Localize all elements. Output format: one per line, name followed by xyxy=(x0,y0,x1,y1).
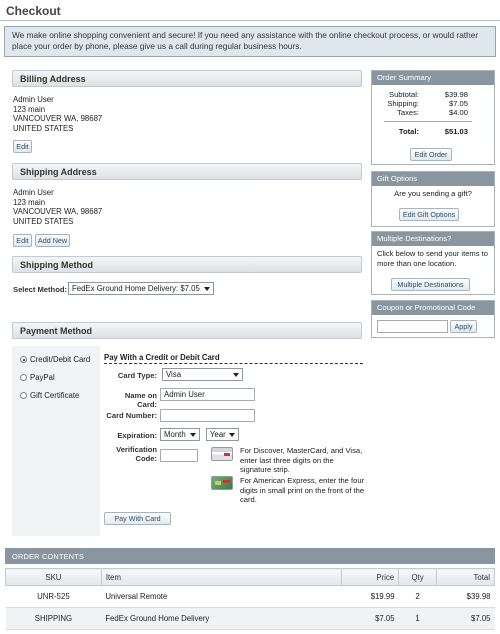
verification-label-line1: Verification xyxy=(116,445,157,454)
verification-code-label: Verification Code: xyxy=(104,445,157,463)
title-divider xyxy=(0,20,500,21)
payment-method-header: Payment Method xyxy=(12,322,362,339)
card-form-divider xyxy=(104,363,363,364)
total-label: Total: xyxy=(398,127,419,136)
column-price: Price xyxy=(341,568,400,586)
order-contents-table: SKU Item Price Qty Total UNR-525 Univers… xyxy=(5,568,495,630)
verification-code-input[interactable] xyxy=(160,449,198,462)
row-item: FedEx Ground Home Delivery xyxy=(101,607,342,630)
shipping-city: VANCOUVER WA, 98687 xyxy=(13,207,103,216)
column-total: Total xyxy=(436,568,495,586)
chevron-down-icon xyxy=(233,373,239,377)
total-value: $51.03 xyxy=(444,127,468,136)
column-sku: SKU xyxy=(5,568,102,586)
row-qty: 1 xyxy=(398,607,437,630)
row-sku: UNR-525 xyxy=(5,585,102,608)
pay-with-card-button[interactable]: Pay With Card xyxy=(104,512,171,525)
shipping-address-block: Admin User 123 main VANCOUVER WA, 98687 … xyxy=(13,188,102,226)
table-row: UNR-525 Universal Remote $19.99 2 $39.98 xyxy=(5,585,495,608)
shipping-add-new-button[interactable]: Add New xyxy=(35,234,70,247)
taxes-label: Taxes: xyxy=(397,108,419,117)
shipping-method-label: Select Method: xyxy=(13,285,68,294)
multiple-destinations-header: Multiple Destinations? xyxy=(372,232,494,246)
edit-order-button[interactable]: Edit Order xyxy=(410,148,452,161)
payment-radio-gift-certificate[interactable] xyxy=(20,392,27,399)
multiple-destinations-button[interactable]: Multiple Destinations xyxy=(391,278,470,291)
payment-option-gift-certificate-label[interactable]: Gift Certificate xyxy=(30,391,79,400)
column-qty: Qty xyxy=(398,568,438,586)
subtotal-label: Subtotal: xyxy=(389,90,419,99)
intro-message: We make online shopping convenient and s… xyxy=(4,26,496,57)
expiration-month-value: Month xyxy=(164,430,186,439)
expiration-label: Expiration: xyxy=(117,431,157,440)
billing-address-block: Admin User 123 main VANCOUVER WA, 98687 … xyxy=(13,95,102,133)
card-front-amex-icon xyxy=(211,476,233,490)
billing-city: VANCOUVER WA, 98687 xyxy=(13,114,103,123)
billing-country: UNITED STATES xyxy=(13,123,74,133)
table-row: SHIPPING FedEx Ground Home Delivery $7.0… xyxy=(5,607,495,630)
expiration-year-select[interactable]: Year xyxy=(206,428,239,441)
name-on-card-input[interactable]: Admin User xyxy=(160,388,255,401)
edit-gift-options-button[interactable]: Edit Gift Options xyxy=(399,208,459,221)
card-type-select[interactable]: Visa xyxy=(162,368,243,381)
order-summary-header: Order Summary xyxy=(372,71,494,85)
expiration-month-select[interactable]: Month xyxy=(160,428,200,441)
gift-options-text: Are you sending a gift? xyxy=(394,189,472,198)
row-price: $19.99 xyxy=(341,585,399,608)
card-number-input[interactable] xyxy=(160,409,255,422)
summary-divider xyxy=(384,121,472,122)
order-contents-header-row: SKU Item Price Qty Total xyxy=(5,568,495,586)
order-contents-header: ORDER CONTENTS xyxy=(5,548,495,564)
card-number-label: Card Number: xyxy=(106,411,157,420)
apply-coupon-button[interactable]: Apply xyxy=(450,320,477,333)
chevron-down-icon xyxy=(204,287,210,291)
shipping-method-header: Shipping Method xyxy=(12,256,362,273)
row-sku: SHIPPING xyxy=(5,607,102,630)
billing-name: Admin User xyxy=(13,95,54,104)
coupon-code-input[interactable] xyxy=(377,320,448,333)
payment-radio-credit-card[interactable] xyxy=(20,356,27,363)
multiple-destinations-text: Click below to send your items to more t… xyxy=(377,249,488,268)
billing-address-header: Billing Address xyxy=(12,70,362,87)
payment-option-paypal-label[interactable]: PayPal xyxy=(30,373,55,382)
chevron-down-icon xyxy=(229,433,235,437)
billing-edit-button[interactable]: Edit xyxy=(13,140,32,153)
shipping-cost-value: $7.05 xyxy=(448,99,468,108)
card-type-label: Card Type: xyxy=(117,371,157,380)
column-item: Item xyxy=(100,568,343,586)
verification-hint-amex: For American Express, enter the four dig… xyxy=(240,476,365,504)
subtotal-value: $39.98 xyxy=(444,90,468,99)
row-total: $7.05 xyxy=(436,607,495,630)
page-title: Checkout xyxy=(6,4,61,18)
name-on-card-label: Name on Card: xyxy=(124,391,157,409)
expiration-year-value: Year xyxy=(210,430,226,439)
card-form-title: Pay With a Credit or Debit Card xyxy=(104,353,220,362)
shipping-country: UNITED STATES xyxy=(13,216,74,226)
chevron-down-icon xyxy=(190,433,196,437)
shipping-cost-label: Shipping: xyxy=(387,99,419,108)
card-type-value: Visa xyxy=(166,370,182,379)
row-price: $7.05 xyxy=(341,607,399,630)
billing-street: 123 main xyxy=(13,104,46,114)
row-qty: 2 xyxy=(398,585,437,608)
shipping-address-header: Shipping Address xyxy=(12,163,362,180)
row-item: Universal Remote xyxy=(101,585,342,608)
shipping-street: 123 main xyxy=(13,197,46,207)
gift-options-header: Gift Options xyxy=(372,172,494,186)
shipping-name: Admin User xyxy=(13,188,54,197)
shipping-edit-button[interactable]: Edit xyxy=(13,234,32,247)
row-total: $39.98 xyxy=(436,585,495,608)
verification-label-line2: Code: xyxy=(135,454,157,463)
coupon-header: Coupon or Promotional Code xyxy=(372,301,494,315)
payment-option-credit-card-label[interactable]: Credit/Debit Card xyxy=(30,355,90,364)
payment-radio-paypal[interactable] xyxy=(20,374,27,381)
card-back-signature-icon xyxy=(211,447,233,461)
shipping-method-select[interactable]: FedEx Ground Home Delivery: $7.05 xyxy=(68,282,214,295)
taxes-value: $4.00 xyxy=(448,108,468,117)
verification-hint-visa: For Discover, MasterCard, and Visa, ente… xyxy=(240,446,363,474)
shipping-method-value: FedEx Ground Home Delivery: $7.05 xyxy=(72,284,200,293)
